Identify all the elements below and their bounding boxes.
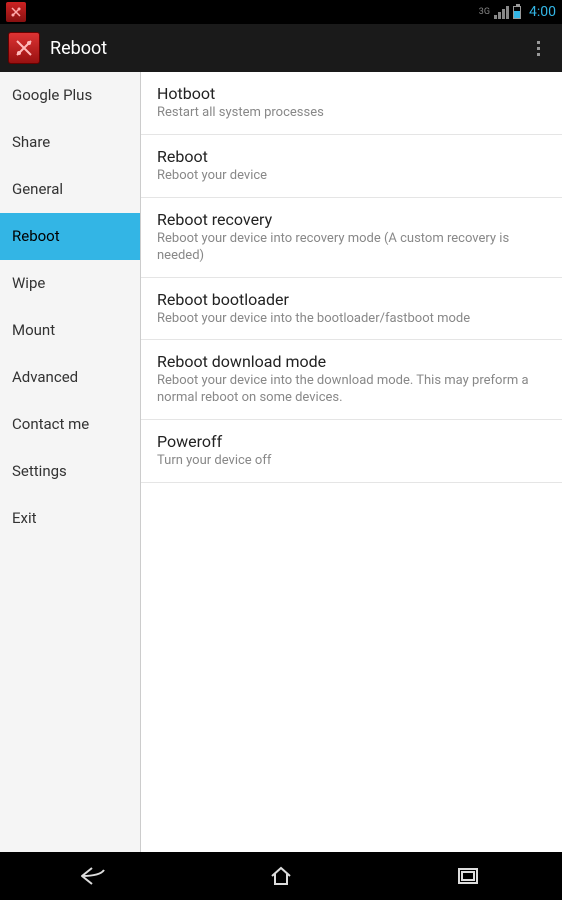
clock: 4:00 xyxy=(529,4,556,20)
sidebar-item-label: Mount xyxy=(12,321,55,339)
battery-icon xyxy=(513,6,521,19)
list-item-title: Poweroff xyxy=(157,432,546,451)
list-item-subtitle: Restart all system processes xyxy=(157,105,546,122)
sidebar-item-label: General xyxy=(12,180,63,198)
list-item-title: Reboot bootloader xyxy=(157,290,546,309)
navigation-bar xyxy=(0,852,562,900)
network-type-label: 3G xyxy=(479,7,490,17)
list-item[interactable]: Reboot download mode Reboot your device i… xyxy=(141,340,562,420)
sidebar-item-label: Reboot xyxy=(12,227,60,245)
list-item-title: Reboot recovery xyxy=(157,210,546,229)
list-item-title: Reboot download mode xyxy=(157,352,546,371)
back-button[interactable] xyxy=(44,852,144,900)
action-bar: Reboot xyxy=(0,24,562,72)
list-item-title: Hotboot xyxy=(157,84,546,103)
sidebar-item-wipe[interactable]: Wipe xyxy=(0,260,140,307)
sidebar-item-label: Wipe xyxy=(12,274,45,292)
sidebar-item-general[interactable]: General xyxy=(0,166,140,213)
sidebar-item-google-plus[interactable]: Google Plus xyxy=(0,72,140,119)
list-item[interactable]: Poweroff Turn your device off xyxy=(141,420,562,483)
sidebar-item-contact-me[interactable]: Contact me xyxy=(0,401,140,448)
sidebar-item-reboot[interactable]: Reboot xyxy=(0,213,140,260)
list-item-subtitle: Reboot your device into recovery mode (A… xyxy=(157,231,546,265)
list-item-title: Reboot xyxy=(157,147,546,166)
app-icon[interactable] xyxy=(8,32,40,64)
sidebar: Google Plus Share General Reboot Wipe Mount Ad… xyxy=(0,72,141,852)
list-item-subtitle: Reboot your device into the download mod… xyxy=(157,373,546,407)
list-item[interactable]: Hotboot Restart all system processes xyxy=(141,72,562,135)
sidebar-item-share[interactable]: Share xyxy=(0,119,140,166)
list-item[interactable]: Reboot Reboot your device xyxy=(141,135,562,198)
sidebar-item-mount[interactable]: Mount xyxy=(0,307,140,354)
sidebar-item-label: Settings xyxy=(12,462,67,480)
list-item[interactable]: Reboot bootloader Reboot your device into… xyxy=(141,278,562,341)
sidebar-item-label: Contact me xyxy=(12,415,89,433)
list-item-subtitle: Reboot your device xyxy=(157,168,546,185)
list-item[interactable]: Reboot recovery Reboot your device into r… xyxy=(141,198,562,278)
sidebar-item-exit[interactable]: Exit xyxy=(0,495,140,542)
sidebar-item-label: Google Plus xyxy=(12,86,92,104)
page-title: Reboot xyxy=(50,38,522,59)
sidebar-item-label: Advanced xyxy=(12,368,78,386)
signal-icon xyxy=(494,6,509,19)
sidebar-item-advanced[interactable]: Advanced xyxy=(0,354,140,401)
app-notification-icon xyxy=(6,2,26,22)
main-list: Hotboot Restart all system processes Reboo… xyxy=(141,72,562,852)
list-item-subtitle: Reboot your device into the bootloader/f… xyxy=(157,311,546,328)
overflow-menu-button[interactable] xyxy=(522,24,554,72)
home-button[interactable] xyxy=(231,852,331,900)
sidebar-item-settings[interactable]: Settings xyxy=(0,448,140,495)
sidebar-item-label: Exit xyxy=(12,509,37,527)
sidebar-item-label: Share xyxy=(12,133,50,151)
recent-apps-button[interactable] xyxy=(418,852,518,900)
list-item-subtitle: Turn your device off xyxy=(157,453,546,470)
status-bar: 3G 4:00 xyxy=(0,0,562,24)
